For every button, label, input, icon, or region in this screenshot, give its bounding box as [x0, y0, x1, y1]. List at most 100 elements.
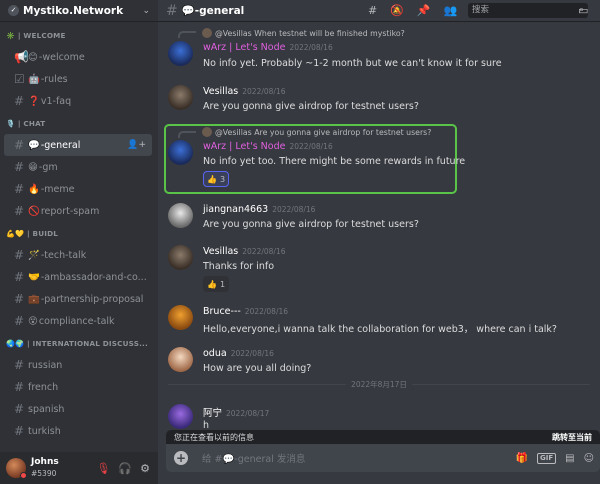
category-international[interactable]: 🌏🌍 | INTERNATIONAL DISCUSS... — [0, 332, 158, 354]
message-input[interactable]: 给 #💬-general 发消息 — [202, 451, 305, 465]
message-text: No info yet. Probably ~1-2 month but we … — [203, 58, 502, 69]
hash-icon: # — [14, 138, 25, 152]
reaction[interactable]: 👍 1 — [203, 276, 229, 292]
author: Vesillas 2022/08/16 — [203, 86, 286, 97]
channel-tech-talk[interactable]: # 🪄 -tech-talk — [4, 244, 152, 266]
mic-muted-icon[interactable]: 🎙 — [96, 462, 110, 475]
hash-icon: # — [14, 380, 25, 394]
history-notice: 您正在查看以前的信息 — [174, 432, 254, 442]
user-panel: Johns #5390 🎙 🎧 ⚙ — [0, 452, 158, 484]
verified-icon: ✓ — [8, 5, 19, 16]
gear-icon[interactable]: ⚙ — [140, 462, 150, 475]
channel-partnership[interactable]: # 💼 -partnership-proposal — [4, 288, 152, 310]
gift-icon[interactable]: 🎁 — [516, 453, 528, 464]
avatar[interactable] — [168, 404, 193, 429]
channel-russian[interactable]: # russian — [4, 354, 152, 376]
channel-title: 💬-general — [181, 5, 245, 17]
user-tag: #5390 — [31, 469, 57, 478]
hash-icon: # — [14, 292, 25, 306]
category-chat[interactable]: 🎙️ | CHAT — [0, 112, 158, 134]
pin-icon[interactable]: 📌 — [417, 4, 431, 17]
channel-faq[interactable]: # ❓ v1-faq — [4, 90, 152, 112]
message-text: No info yet too. There might be some rew… — [203, 156, 466, 167]
channel-ambassador[interactable]: # 🤝 -ambassador-and-co... — [4, 266, 152, 288]
reply-connector — [178, 131, 196, 138]
channel-rules[interactable]: ☑ 🤖 -rules — [4, 68, 152, 90]
hash-icon: # — [14, 270, 25, 284]
channel-french[interactable]: # french — [4, 376, 152, 398]
channel-header: # 💬-general # 🔕 📌 👥 搜索 ⌕ ▭ — [158, 0, 600, 22]
avatar[interactable] — [168, 347, 193, 372]
author: wArz | Let's Node 2022/08/16 — [203, 42, 333, 53]
channel-compliance[interactable]: # 😵 compliance-talk — [4, 310, 152, 332]
message-text: How are you all doing? — [203, 363, 312, 374]
add-user-icon[interactable]: 👤+ — [127, 140, 146, 150]
hash-thread-icon[interactable]: # — [368, 4, 377, 17]
author: Vesillas 2022/08/16 — [203, 246, 286, 257]
channel-list: ✳️ | WELCOME 📢 😊 -welcome ☑ 🤖 -rules # ❓ v1-fa… — [0, 22, 158, 442]
hash-icon: # — [14, 248, 25, 262]
bell-slash-icon[interactable]: 🔕 — [390, 4, 404, 17]
announcement-icon: 📢 — [14, 50, 29, 64]
briefcase-emoji: 💼 — [28, 293, 40, 305]
avatar[interactable] — [6, 458, 27, 479]
channel-welcome[interactable]: 📢 😊 -welcome — [4, 46, 152, 68]
question-emoji: ❓ — [28, 95, 40, 107]
avatar[interactable] — [168, 245, 193, 270]
channel-meme[interactable]: # 🔥 -meme — [4, 178, 152, 200]
headphones-icon[interactable]: 🎧 — [118, 462, 132, 475]
message-text: h — [203, 420, 210, 430]
face-emoji: 😵 — [28, 315, 38, 327]
status-dnd-icon — [20, 472, 27, 479]
fire-emoji: 🔥 — [28, 183, 40, 195]
handshake-emoji: 🤝 — [28, 271, 40, 283]
avatar[interactable] — [168, 305, 193, 330]
channel-spanish[interactable]: # spanish — [4, 398, 152, 420]
hash-icon: # — [14, 204, 25, 218]
channel-turkish[interactable]: # turkish — [4, 420, 152, 442]
magic-wand-emoji: 🪄 — [28, 249, 40, 261]
server-name: Mystiko.Network — [23, 4, 124, 17]
sticker-icon[interactable]: ▤ — [565, 453, 574, 464]
date-divider: 2022年8月17日 — [168, 379, 590, 390]
avatar[interactable] — [168, 85, 193, 110]
server-header[interactable]: ✓ Mystiko.Network ⌄ — [0, 0, 158, 22]
members-icon[interactable]: 👥 — [444, 4, 458, 17]
hash-icon: # — [166, 2, 178, 19]
reply-preview[interactable]: @Vesillas When testnet will be finished … — [202, 28, 405, 38]
smile-emoji: 😁 — [28, 161, 38, 173]
channel-sidebar: ✓ Mystiko.Network ⌄ ✳️ | WELCOME 📢 😊 -welc… — [0, 0, 158, 484]
reply-preview[interactable]: @Vesillas Are you gonna give airdrop for… — [202, 127, 431, 137]
rules-icon: ☑ — [14, 72, 25, 86]
inbox-icon[interactable]: ▭ — [578, 4, 588, 17]
reply-connector — [178, 31, 196, 38]
avatar[interactable] — [168, 41, 193, 66]
hash-icon: # — [14, 358, 25, 372]
channel-report-spam[interactable]: # 🚫 report-spam — [4, 200, 152, 222]
channel-gm[interactable]: # 😁 -gm — [4, 156, 152, 178]
chevron-down-icon[interactable]: ⌄ — [142, 6, 150, 16]
category-welcome[interactable]: ✳️ | WELCOME — [0, 24, 158, 46]
author: jiangnan4663 2022/08/16 — [203, 204, 316, 215]
message-composer[interactable]: + 给 #💬-general 发消息 🎁 GIF ▤ ☺ — [166, 444, 600, 472]
message-text: Are you gonna give airdrop for testnet u… — [203, 219, 419, 230]
category-build[interactable]: 💪💛 | BUIDL — [0, 222, 158, 244]
hash-icon: # — [14, 94, 25, 108]
message-text: Thanks for info — [203, 261, 275, 272]
gif-icon[interactable]: GIF — [536, 452, 557, 464]
avatar[interactable] — [168, 203, 193, 228]
no-entry-emoji: 🚫 — [28, 205, 40, 217]
avatar[interactable] — [168, 140, 193, 165]
reaction[interactable]: 👍 3 — [203, 171, 229, 187]
smiley-emoji: 😊 — [28, 51, 38, 63]
hash-icon: # — [14, 314, 25, 328]
speech-bubble-emoji: 💬 — [28, 139, 40, 151]
message-list: @Vesillas When testnet will be finished … — [158, 23, 600, 430]
search-input[interactable]: 搜索 ⌕ — [468, 3, 588, 18]
jump-to-present-button[interactable]: 跳转至当前 — [552, 432, 592, 443]
channel-general[interactable]: # 💬 -general 👤+ — [4, 134, 152, 156]
author: Bruce--- 2022/08/16 — [203, 306, 289, 317]
message-text: Hello,everyone,i wanna talk the collabor… — [203, 324, 557, 335]
emoji-icon[interactable]: ☺ — [584, 453, 594, 464]
add-attachment-icon[interactable]: + — [174, 451, 188, 465]
